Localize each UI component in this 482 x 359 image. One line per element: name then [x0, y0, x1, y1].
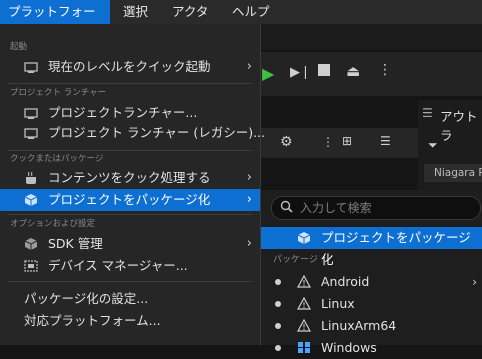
status-dot	[275, 279, 281, 285]
grid-icon[interactable]: ⊞	[342, 134, 352, 148]
supported-platforms-item[interactable]: 対応プラットフォーム...	[0, 310, 260, 332]
project-launcher-item[interactable]: プロジェクトランチャー...	[0, 102, 260, 124]
device-manager-icon	[24, 259, 38, 273]
section-cook: クックまたはパッケージ	[10, 154, 104, 164]
status-dot	[275, 345, 281, 351]
windows-icon	[297, 341, 311, 357]
viewport-toolbar: ⚙ ⋮ ⊞ ☰	[260, 128, 418, 158]
device-manager-item[interactable]: デバイス マネージャー...	[0, 255, 260, 277]
section-options: オプションおよび設定	[10, 219, 96, 229]
launch-icon	[24, 60, 38, 74]
package-box-icon	[297, 231, 311, 248]
kebab-icon[interactable]: ⋮	[322, 135, 334, 149]
gear-icon[interactable]: ⚙	[280, 134, 293, 150]
play-icon[interactable]: ▶	[262, 64, 274, 83]
status-dot	[275, 301, 281, 307]
title-strip	[260, 24, 482, 50]
launcher-legacy-icon	[24, 126, 38, 140]
package-project-item[interactable]: プロジェクトをパッケージ化 ›	[0, 189, 260, 211]
search-icon	[280, 200, 293, 216]
warning-icon	[296, 296, 312, 313]
divider	[8, 281, 252, 282]
platform-linux[interactable]: Linux	[261, 293, 482, 315]
chevron-right-icon: ›	[246, 236, 252, 251]
menu-help[interactable]: ヘルプ	[224, 0, 278, 24]
chevron-right-icon: ›	[246, 59, 252, 74]
menu-bar: プラットフォーム 選択 アクタ ヘルプ	[0, 0, 482, 43]
sdk-manager-item[interactable]: SDK 管理 ›	[0, 233, 260, 255]
project-launcher-legacy-item[interactable]: プロジェクト ランチャー (レガシー)...	[0, 122, 265, 144]
list-icon[interactable]: ☰	[380, 134, 391, 148]
divider	[8, 83, 252, 84]
package-project-subitem[interactable]: プロジェクトをパッケージ化	[261, 227, 482, 267]
cook-pot-icon	[24, 171, 38, 185]
step-icon[interactable]: ▶❘	[290, 65, 311, 80]
quick-launch-item[interactable]: 現在のレベルをクイック起動 ›	[0, 56, 260, 78]
status-dot	[275, 323, 281, 329]
main-toolbar: ▶ ▶❘ ⏏ ⋮	[260, 52, 482, 96]
divider	[8, 214, 252, 215]
eject-icon[interactable]: ⏏	[346, 62, 360, 80]
cook-content-item[interactable]: コンテンツをクック処理する ›	[0, 167, 260, 189]
filter-icon[interactable]: ⏷	[428, 138, 438, 153]
more-options-icon[interactable]: ⋮	[378, 62, 392, 78]
divider	[8, 150, 252, 151]
warning-icon	[296, 318, 312, 335]
menu-select[interactable]: 選択	[115, 0, 156, 24]
platforms-menu: 起動 現在のレベルをクイック起動 › プロジェクト ランチャー プロジェクトラン…	[0, 24, 265, 345]
outliner-title: アウトラ	[440, 109, 478, 143]
chevron-right-icon: ›	[246, 192, 252, 207]
section-packages: パッケージ	[273, 255, 318, 265]
chevron-right-icon: ›	[246, 170, 252, 185]
outliner-icon: ☰	[422, 106, 433, 120]
warning-icon	[296, 274, 312, 291]
search-placeholder: 入力して検索	[300, 201, 372, 215]
sdk-cube-icon	[24, 237, 38, 251]
stop-icon[interactable]	[318, 64, 330, 76]
menu-actor[interactable]: アクタ	[164, 0, 216, 24]
chevron-right-icon: ›	[472, 275, 477, 289]
search-input[interactable]: 入力して検索	[271, 196, 481, 220]
packaging-settings-item[interactable]: パッケージ化の設定...	[0, 288, 260, 310]
menu-platforms[interactable]: プラットフォーム	[0, 0, 110, 43]
package-submenu: 入力して検索 プロジェクトをパッケージ化 パッケージ Android › Lin…	[260, 190, 482, 355]
platform-linuxarm64[interactable]: LinuxArm64	[261, 315, 482, 337]
platform-windows[interactable]: Windows	[261, 337, 482, 359]
launcher-icon	[24, 106, 38, 120]
outliner-panel: ☰ アウトラ ⏷ Niagara P	[418, 100, 482, 190]
section-launch: 起動	[10, 42, 28, 52]
platform-android[interactable]: Android ›	[261, 271, 482, 293]
package-box-icon	[24, 193, 38, 207]
niagara-tab[interactable]: Niagara P	[424, 164, 482, 182]
section-project-launcher: プロジェクト ランチャー	[10, 88, 107, 98]
